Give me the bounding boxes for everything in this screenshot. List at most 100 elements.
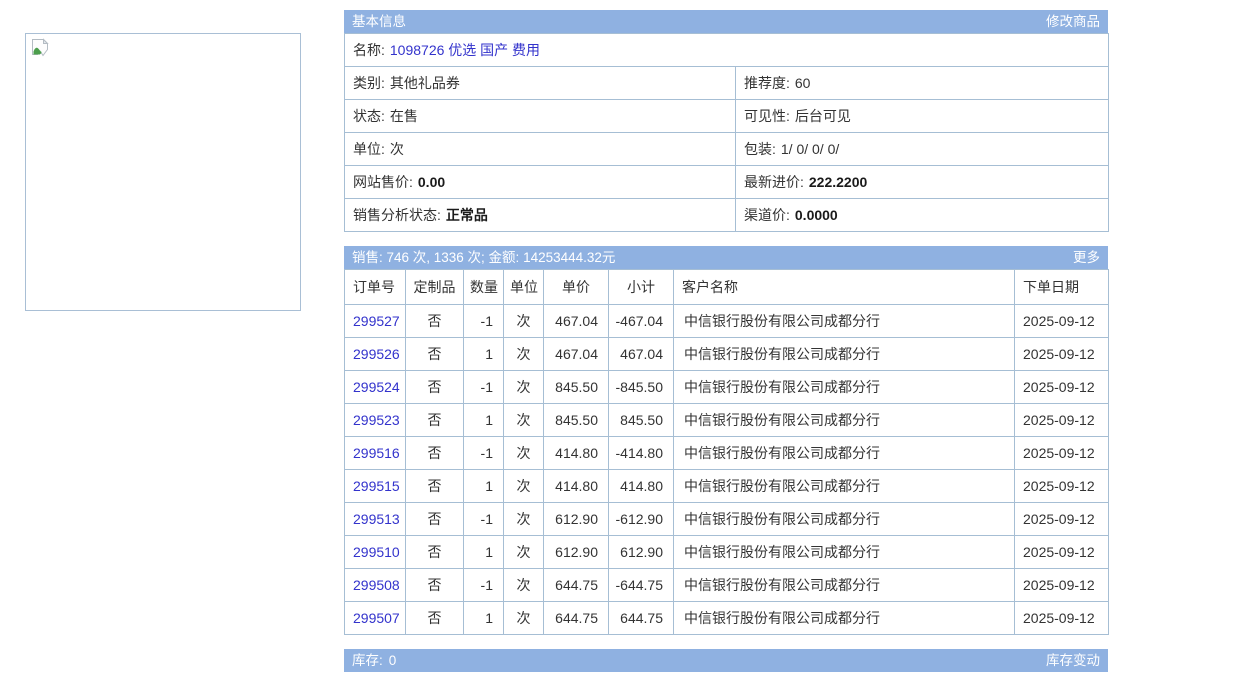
column-header: 单价 [544,270,609,305]
cell-unit-price: 644.75 [544,602,609,635]
order-link[interactable]: 299527 [353,313,400,329]
table-row: 299523否1次845.50845.50中信银行股份有限公司成都分行2025-… [345,404,1109,437]
info-label: 包装: [744,141,776,157]
sales-header-bar: 销售: 746 次, 1336 次; 金额: 14253444.32元 更多 [344,246,1108,269]
name-row: 名称: 1098726 优选 国产 费用 [345,34,1109,67]
inventory-label: 库存: [352,649,383,672]
order-link[interactable]: 299508 [353,577,400,593]
order-link[interactable]: 299524 [353,379,400,395]
order-link[interactable]: 299515 [353,478,400,494]
cell-quantity: 1 [464,404,504,437]
cell-order-date: 2025-09-12 [1015,470,1109,503]
info-row: 单位:次包装:1/ 0/ 0/ 0/ [345,133,1109,166]
basic-info-table: 名称: 1098726 优选 国产 费用 类别:其他礼品券推荐度:60状态:在售可… [344,33,1109,232]
info-value: 0.00 [418,174,445,190]
column-header: 定制品 [406,270,464,305]
cell-unit-price: 414.80 [544,470,609,503]
cell-quantity: -1 [464,305,504,338]
sales-summary: 销售: 746 次, 1336 次; 金额: 14253444.32元 [352,246,615,269]
info-label: 推荐度: [744,75,790,91]
cell-quantity: 1 [464,602,504,635]
order-link[interactable]: 299507 [353,610,400,626]
sales-table-body: 299527否-1次467.04-467.04中信银行股份有限公司成都分行202… [345,305,1109,635]
product-name-link[interactable]: 1098726 优选 国产 费用 [390,42,540,58]
cell-custom-item: 否 [406,569,464,602]
sales-table-header-row: 订单号定制品数量单位单价小计客户名称下单日期 [345,270,1109,305]
info-label: 类别: [353,75,385,91]
table-row: 299508否-1次644.75-644.75中信银行股份有限公司成都分行202… [345,569,1109,602]
info-cell: 推荐度:60 [736,67,1109,100]
table-row: 299515否1次414.80414.80中信银行股份有限公司成都分行2025-… [345,470,1109,503]
info-cell: 网站售价: 0.00 [345,166,736,199]
cell-order-date: 2025-09-12 [1015,569,1109,602]
cell-subtotal: 414.80 [609,470,674,503]
cell-custom-item: 否 [406,305,464,338]
cell-custom-item: 否 [406,371,464,404]
cell-quantity: -1 [464,437,504,470]
cell-quantity: 1 [464,470,504,503]
cell-quantity: 1 [464,338,504,371]
column-header: 客户名称 [674,270,1015,305]
table-row: 299527否-1次467.04-467.04中信银行股份有限公司成都分行202… [345,305,1109,338]
info-label: 渠道价: [744,207,790,223]
cell-custom-item: 否 [406,503,464,536]
info-cell: 最新进价:222.2200 [736,166,1109,199]
inventory-change-link[interactable]: 库存变动 [1046,649,1100,672]
order-link[interactable]: 299526 [353,346,400,362]
cell-custom-item: 否 [406,338,464,371]
edit-product-link[interactable]: 修改商品 [1046,10,1100,33]
broken-image-icon [30,38,50,58]
cell-order-no: 299524 [345,371,406,404]
cell-order-date: 2025-09-12 [1015,602,1109,635]
table-row: 299510否1次612.90612.90中信银行股份有限公司成都分行2025-… [345,536,1109,569]
cell-subtotal: -644.75 [609,569,674,602]
table-row: 299524否-1次845.50-845.50中信银行股份有限公司成都分行202… [345,371,1109,404]
cell-customer-name: 中信银行股份有限公司成都分行 [674,305,1015,338]
cell-customer-name: 中信银行股份有限公司成都分行 [674,404,1015,437]
info-cell: 渠道价: 0.0000 [736,199,1109,232]
column-header: 单位 [504,270,544,305]
info-value: 正常品 [446,207,488,223]
main-content: 基本信息 修改商品 名称: 1098726 优选 国产 费用 类别:其他礼品券推荐… [344,10,1108,672]
info-row: 销售分析状态:正常品渠道价:0.0000 [345,199,1109,232]
info-label: 网站售价: [353,174,413,190]
basic-info-header-bar: 基本信息 修改商品 [344,10,1108,33]
order-link[interactable]: 299516 [353,445,400,461]
cell-order-date: 2025-09-12 [1015,305,1109,338]
product-image-box [25,33,301,311]
table-row: 299513否-1次612.90-612.90中信银行股份有限公司成都分行202… [345,503,1109,536]
cell-subtotal: 467.04 [609,338,674,371]
sales-table: 订单号定制品数量单位单价小计客户名称下单日期 299527否-1次467.04-… [344,269,1109,635]
cell-unit-price: 467.04 [544,305,609,338]
more-link[interactable]: 更多 [1073,246,1100,269]
cell-customer-name: 中信银行股份有限公司成都分行 [674,536,1015,569]
order-link[interactable]: 299510 [353,544,400,560]
info-row: 网站售价: 0.00 最新进价:222.2200 [345,166,1109,199]
info-value: 次 [390,141,404,157]
cell-subtotal: 612.90 [609,536,674,569]
cell-unit-price: 644.75 [544,569,609,602]
cell-unit: 次 [504,338,544,371]
name-cell: 名称: 1098726 优选 国产 费用 [345,34,1109,67]
inventory-bar: 库存: 0 库存变动 [344,649,1108,672]
info-row: 类别:其他礼品券推荐度:60 [345,67,1109,100]
cell-subtotal: 644.75 [609,602,674,635]
info-value: 0.0000 [795,207,838,223]
cell-unit: 次 [504,305,544,338]
cell-unit: 次 [504,404,544,437]
column-header: 小计 [609,270,674,305]
cell-unit-price: 414.80 [544,437,609,470]
cell-order-date: 2025-09-12 [1015,437,1109,470]
cell-unit: 次 [504,503,544,536]
order-link[interactable]: 299513 [353,511,400,527]
cell-unit: 次 [504,536,544,569]
order-link[interactable]: 299523 [353,412,400,428]
name-label: 名称: [353,42,385,58]
cell-customer-name: 中信银行股份有限公司成都分行 [674,338,1015,371]
cell-custom-item: 否 [406,437,464,470]
cell-unit-price: 845.50 [544,371,609,404]
info-row: 状态:在售可见性:后台可见 [345,100,1109,133]
info-cell: 状态:在售 [345,100,736,133]
cell-unit-price: 612.90 [544,503,609,536]
cell-customer-name: 中信银行股份有限公司成都分行 [674,437,1015,470]
